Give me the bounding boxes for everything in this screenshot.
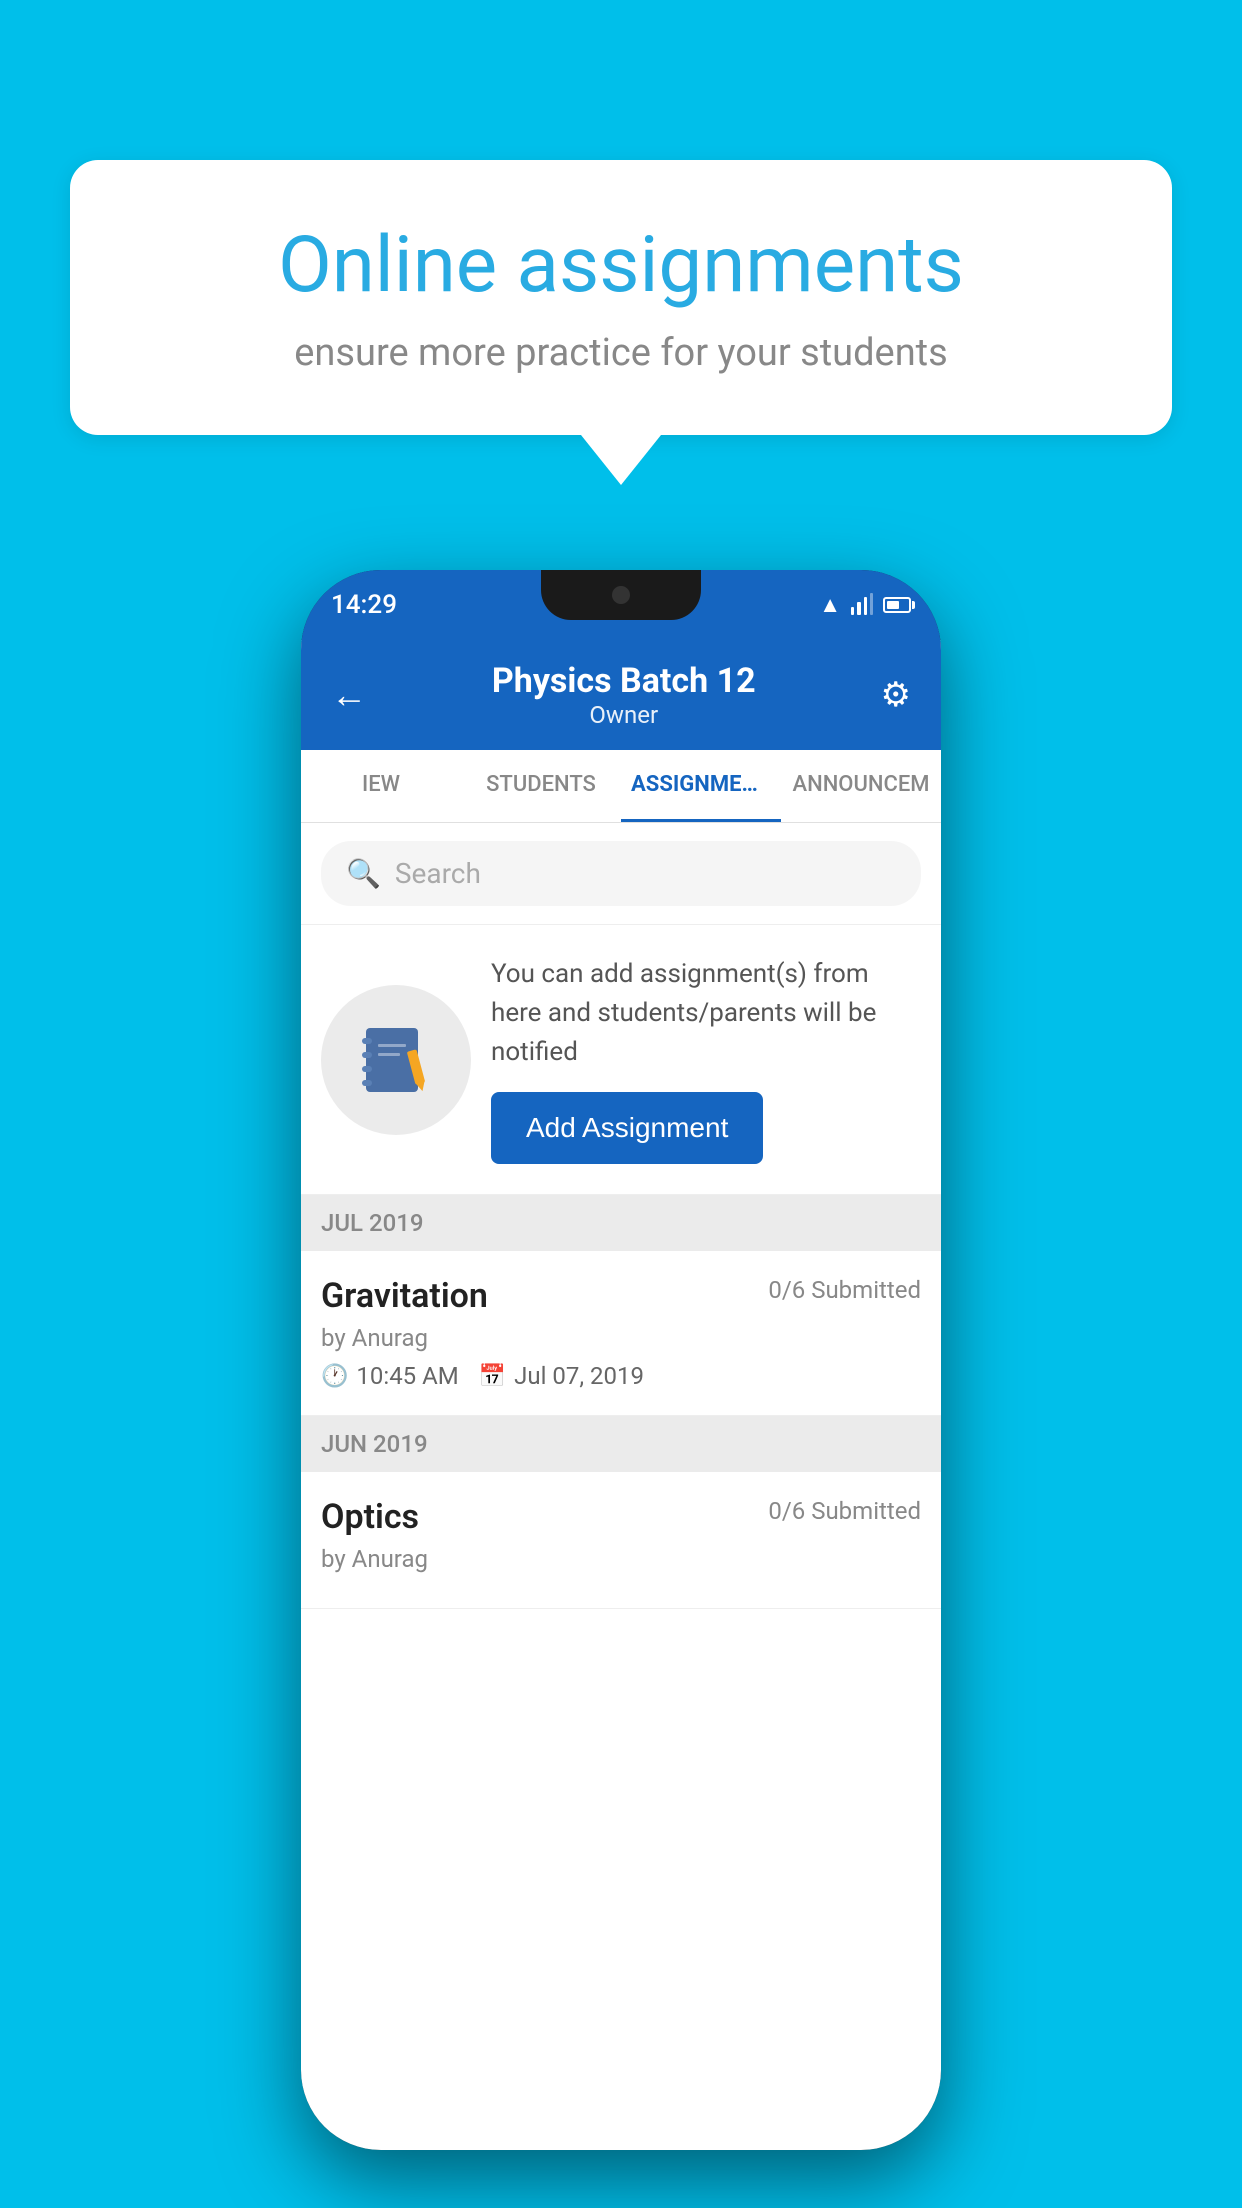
assignment-name: Gravitation — [321, 1276, 488, 1316]
promo-description: You can add assignment(s) from here and … — [491, 955, 921, 1072]
phone-screen: ← Physics Batch 12 Owner ⚙ IEW STUDENTS … — [301, 640, 941, 2150]
clock-icon: 🕐 — [321, 1364, 348, 1389]
speech-bubble-subtitle: ensure more practice for your students — [140, 331, 1102, 375]
search-icon: 🔍 — [346, 857, 381, 890]
header-title-container: Physics Batch 12 Owner — [492, 661, 756, 729]
back-button[interactable]: ← — [331, 674, 367, 716]
signal-icon — [851, 595, 873, 615]
role-label: Owner — [492, 701, 756, 729]
status-time: 14:29 — [331, 590, 397, 620]
camera — [612, 586, 630, 604]
phone-notch — [541, 570, 701, 620]
wifi-icon: ▲ — [819, 592, 841, 618]
notebook-svg-icon — [356, 1020, 436, 1100]
batch-name: Physics Batch 12 — [492, 661, 756, 701]
status-icons: ▲ — [819, 592, 911, 618]
search-bar[interactable]: 🔍 Search — [321, 841, 921, 906]
tab-iew[interactable]: IEW — [301, 750, 461, 822]
tab-students[interactable]: STUDENTS — [461, 750, 621, 822]
battery-icon — [883, 597, 911, 613]
section-header-jul: JUL 2019 — [301, 1195, 941, 1251]
assignment-submitted: 0/6 Submitted — [768, 1276, 921, 1304]
assignment-date: 📅 Jul 07, 2019 — [479, 1362, 644, 1390]
status-bar: 14:29 ▲ — [301, 570, 941, 640]
add-assignment-button[interactable]: Add Assignment — [491, 1092, 763, 1164]
app-header: ← Physics Batch 12 Owner ⚙ — [301, 640, 941, 750]
promo-text-area: You can add assignment(s) from here and … — [491, 955, 921, 1164]
assignment-name-optics: Optics — [321, 1497, 419, 1537]
assignment-top: Gravitation 0/6 Submitted — [321, 1276, 921, 1316]
section-header-jun: JUN 2019 — [301, 1416, 941, 1472]
assignment-item-gravitation[interactable]: Gravitation 0/6 Submitted by Anurag 🕐 10… — [301, 1251, 941, 1416]
calendar-icon: 📅 — [479, 1364, 506, 1389]
speech-bubble: Online assignments ensure more practice … — [70, 160, 1172, 435]
tab-announcements[interactable]: ANNOUNCEM — [781, 750, 941, 822]
settings-icon[interactable]: ⚙ — [881, 675, 911, 715]
assignment-by-optics: by Anurag — [321, 1545, 921, 1573]
assignment-time: 🕐 10:45 AM — [321, 1362, 459, 1390]
assignment-by: by Anurag — [321, 1324, 921, 1352]
search-placeholder: Search — [395, 857, 481, 890]
promo-icon-circle — [321, 985, 471, 1135]
speech-bubble-container: Online assignments ensure more practice … — [70, 160, 1172, 485]
speech-bubble-title: Online assignments — [140, 220, 1102, 311]
assignment-meta: 🕐 10:45 AM 📅 Jul 07, 2019 — [321, 1362, 921, 1390]
search-container: 🔍 Search — [301, 823, 941, 925]
assignment-submitted-optics: 0/6 Submitted — [768, 1497, 921, 1525]
promo-section: You can add assignment(s) from here and … — [301, 925, 941, 1195]
speech-bubble-arrow — [581, 435, 661, 485]
phone-frame: 14:29 ▲ ← Physics Batch 12 — [301, 570, 941, 2150]
assignment-top-optics: Optics 0/6 Submitted — [321, 1497, 921, 1537]
tab-assignments[interactable]: ASSIGNMENTS — [621, 750, 781, 822]
tabs-container: IEW STUDENTS ASSIGNMENTS ANNOUNCEM — [301, 750, 941, 823]
assignment-item-optics[interactable]: Optics 0/6 Submitted by Anurag — [301, 1472, 941, 1609]
